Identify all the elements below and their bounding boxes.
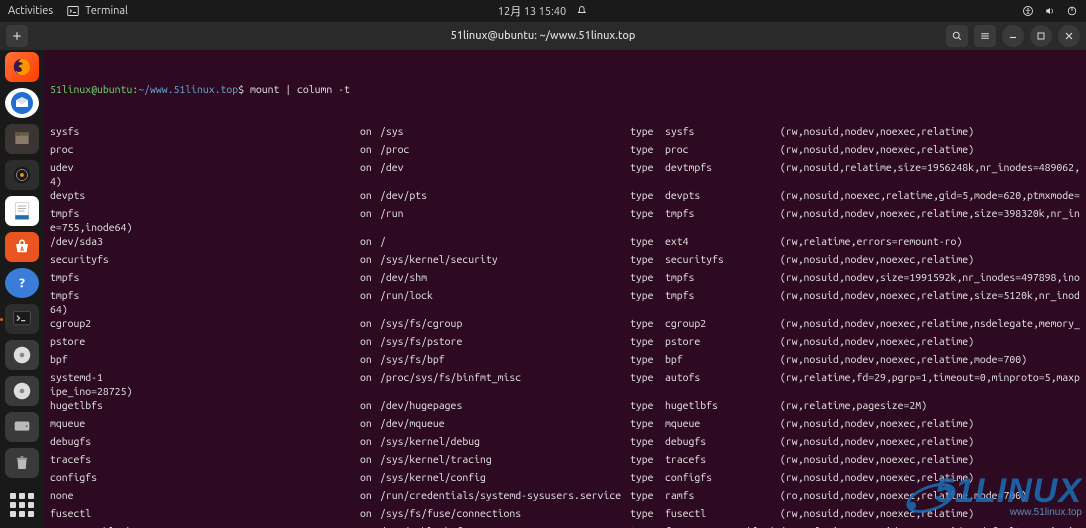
minimize-button[interactable]: [1002, 25, 1024, 47]
mount-row: noneon/run/credentials/systemd-sysusers.…: [50, 488, 1080, 502]
dock-software[interactable]: A: [5, 232, 39, 262]
mount-row: procon/proctypeproc(rw,nosuid,nodev,noex…: [50, 142, 1080, 156]
mount-row: mqueueon/dev/mqueuetypemqueue(rw,nosuid,…: [50, 416, 1080, 430]
svg-text:A: A: [20, 246, 24, 253]
new-tab-button[interactable]: [6, 25, 28, 47]
mount-row: tmpfson/run/locktypetmpfs(rw,nosuid,node…: [50, 288, 1080, 302]
prompt-command: mount | column -t: [250, 82, 350, 96]
power-icon[interactable]: [1066, 5, 1078, 17]
search-button[interactable]: [946, 25, 968, 47]
volume-icon[interactable]: [1044, 5, 1056, 17]
close-button[interactable]: [1058, 25, 1080, 47]
mount-row: /dev/sda3on/typeext4(rw,relatime,errors=…: [50, 234, 1080, 248]
prompt-path: ~/www.51linux.top: [138, 82, 238, 96]
dock-disk-util[interactable]: [5, 412, 39, 442]
dock-disc1[interactable]: [5, 340, 39, 370]
mount-row: 64): [50, 302, 1080, 316]
prompt-user: 51linux@ubuntu: [50, 82, 132, 96]
menu-button[interactable]: [974, 25, 996, 47]
dock: A ?: [0, 50, 44, 528]
terminal-output[interactable]: 51linux@ubuntu:~/www.51linux.top$ mount …: [44, 50, 1086, 528]
mount-row: debugfson/sys/kernel/debugtypedebugfs(rw…: [50, 434, 1080, 448]
window-title: 51linux@ubuntu: ~/www.51linux.top: [451, 30, 636, 42]
a11y-icon[interactable]: [1022, 5, 1034, 17]
mount-row: cgroup2on/sys/fs/cgrouptypecgroup2(rw,no…: [50, 316, 1080, 330]
dock-help[interactable]: ?: [5, 268, 39, 298]
mount-row: ipe_ino=28725): [50, 384, 1080, 398]
dock-disc2[interactable]: [5, 376, 39, 406]
mount-row: sysfson/systypesysfs(rw,nosuid,nodev,noe…: [50, 124, 1080, 138]
mount-row: securityfson/sys/kernel/securitytypesecu…: [50, 252, 1080, 266]
mount-row: tmpfson/dev/shmtypetmpfs(rw,nosuid,nodev…: [50, 270, 1080, 284]
mount-row: vmware-vmblockon/run/vmblock-fusetypefus…: [50, 524, 1080, 528]
dock-files[interactable]: [5, 124, 39, 154]
app-grid-button[interactable]: [5, 490, 39, 520]
mount-row: 4): [50, 174, 1080, 188]
activities-button[interactable]: Activities: [8, 5, 53, 17]
dock-trash[interactable]: [5, 448, 39, 478]
mount-row: systemd-1on/proc/sys/fs/binfmt_misctypea…: [50, 370, 1080, 384]
clock[interactable]: 12月 13 15:40: [498, 3, 566, 19]
mount-row: fusectlon/sys/fs/fuse/connectionstypefus…: [50, 506, 1080, 520]
mount-row: tmpfson/runtypetmpfs(rw,nosuid,nodev,noe…: [50, 206, 1080, 220]
svg-text:?: ?: [18, 277, 25, 291]
dock-terminal[interactable]: [5, 304, 39, 334]
maximize-button[interactable]: [1030, 25, 1052, 47]
mount-row: tracefson/sys/kernel/tracingtypetracefs(…: [50, 452, 1080, 466]
notification-icon[interactable]: [576, 5, 588, 17]
terminal-app-icon: [67, 5, 79, 17]
window-titlebar: 51linux@ubuntu: ~/www.51linux.top: [0, 22, 1086, 50]
mount-row: devptson/dev/ptstypedevpts(rw,nosuid,noe…: [50, 188, 1080, 202]
app-name-label[interactable]: Terminal: [85, 5, 128, 17]
dock-rhythmbox[interactable]: [5, 160, 39, 190]
dock-thunderbird[interactable]: [5, 88, 39, 118]
mount-row: pstoreon/sys/fs/pstoretypepstore(rw,nosu…: [50, 334, 1080, 348]
mount-row: e=755,inode64): [50, 220, 1080, 234]
mount-row: udevon/devtypedevtmpfs(rw,nosuid,relatim…: [50, 160, 1080, 174]
mount-row: bpfon/sys/fs/bpftypebpf(rw,nosuid,nodev,…: [50, 352, 1080, 366]
dock-firefox[interactable]: [5, 52, 39, 82]
mount-row: hugetlbfson/dev/hugepagestypehugetlbfs(r…: [50, 398, 1080, 412]
gnome-topbar: Activities Terminal 12月 13 15:40: [0, 0, 1086, 22]
dock-writer[interactable]: [5, 196, 39, 226]
mount-row: configfson/sys/kernel/configtypeconfigfs…: [50, 470, 1080, 484]
